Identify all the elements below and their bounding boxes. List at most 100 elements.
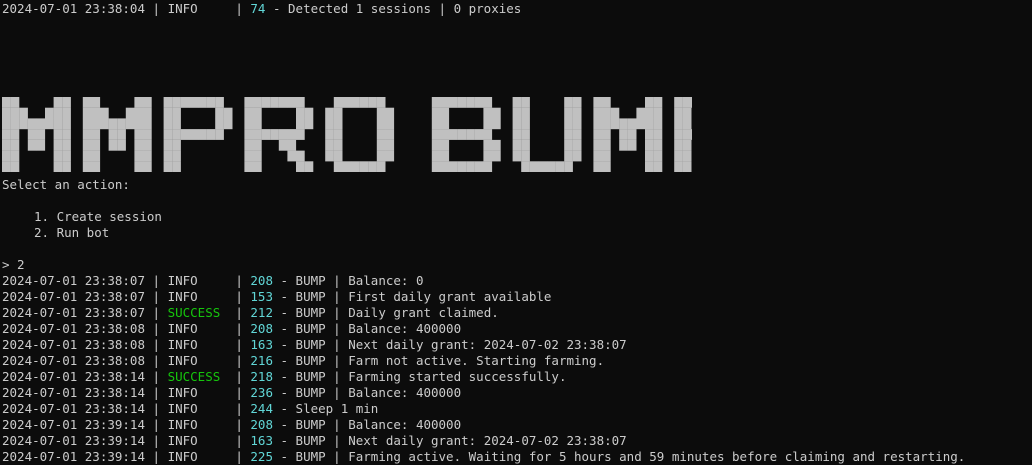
log-level: INFO — [167, 449, 198, 464]
banner-pixel — [53, 129, 63, 140]
banner-pixel — [163, 107, 173, 119]
banner-pixel — [108, 139, 118, 151]
banner-pixel — [572, 107, 582, 119]
banner-pixel — [449, 161, 458, 172]
log-timestamp: 2024-07-01 23:39:14 — [2, 433, 145, 448]
banner-pixel — [691, 97, 692, 108]
input-prompt[interactable]: > 2 — [2, 257, 25, 273]
terminal-window[interactable]: 2024-07-01 23:38:04 | INFO | 74 - Detect… — [0, 0, 1032, 465]
banner-pixel — [431, 150, 441, 162]
log-line-number: 153 — [250, 289, 273, 304]
banner-pixel — [108, 118, 118, 130]
log-line-number: 216 — [250, 353, 273, 368]
log-line-number: 208 — [250, 273, 273, 288]
banner-pixel — [538, 161, 548, 172]
banner-pixel — [449, 97, 458, 108]
banner-pixel — [492, 107, 501, 119]
banner-pixel — [296, 107, 305, 119]
ascii-banner — [2, 65, 692, 172]
banner-pixel — [91, 139, 101, 151]
log-line: 2024-07-01 23:39:14 | INFO | 208 - BUMP … — [2, 417, 462, 432]
banner-pixel — [143, 107, 152, 119]
banner-pixel — [261, 129, 271, 140]
banner-pixel — [172, 129, 181, 140]
banner-pixel — [296, 161, 305, 172]
banner-pixel — [619, 118, 628, 130]
banner-pixel — [368, 161, 377, 172]
banner-pixel — [10, 107, 20, 119]
banner-pixel — [645, 161, 654, 172]
log-level: INFO — [167, 353, 198, 368]
banner-pixel — [244, 150, 254, 162]
banner-pixel — [682, 150, 692, 162]
banner-pixel — [163, 161, 173, 172]
banner-pixel — [440, 107, 450, 119]
banner-pixel — [593, 97, 603, 108]
banner-pixel — [682, 107, 692, 119]
banner-pixel — [555, 161, 565, 172]
log-line-number: 212 — [250, 305, 273, 320]
banner-pixel — [172, 107, 181, 119]
banner-pixel — [53, 150, 63, 162]
banner-pixel — [483, 97, 493, 108]
log-line: 2024-07-01 23:38:07 | INFO | 208 - BUMP … — [2, 273, 424, 288]
log-line: 2024-07-01 23:39:14 | INFO | 225 - BUMP … — [2, 449, 966, 464]
banner-pixel — [474, 161, 484, 172]
banner-pixel — [253, 129, 262, 140]
log-line: 2024-07-01 23:38:07 | INFO | 153 - BUMP … — [2, 289, 552, 304]
banner-pixel — [62, 129, 71, 140]
banner-pixel — [483, 150, 493, 162]
banner-pixel — [163, 129, 173, 140]
log-timestamp: 2024-07-01 23:38:08 — [2, 321, 145, 336]
banner-pixel — [342, 97, 352, 108]
banner-pixel — [270, 97, 279, 108]
banner-pixel — [2, 129, 11, 140]
banner-pixel — [376, 139, 386, 151]
banner-pixel — [125, 118, 135, 130]
banner-pixel — [2, 150, 11, 162]
banner-letter-p — [674, 97, 692, 172]
banner-pixel — [466, 129, 475, 140]
banner-pixel — [653, 97, 663, 108]
banner-pixel — [244, 107, 254, 119]
banner-letter-o — [325, 97, 395, 172]
banner-pixel — [521, 107, 530, 119]
log-line: 2024-07-01 23:39:14 | INFO | 163 - BUMP … — [2, 433, 627, 448]
banner-pixel — [10, 129, 20, 140]
banner-pixel — [674, 97, 683, 108]
menu-option-run-bot: 2. Run bot — [34, 225, 110, 240]
banner-pixel — [261, 97, 271, 108]
banner-pixel — [91, 97, 101, 108]
log-line-number: 163 — [250, 337, 273, 352]
banner-pixel — [10, 139, 20, 151]
log-timestamp: 2024-07-01 23:38:14 — [2, 385, 145, 400]
banner-pixel — [91, 107, 101, 119]
banner-pixel — [682, 161, 692, 172]
banner-pixel — [653, 150, 663, 162]
banner-pixel — [602, 107, 611, 119]
banner-pixel — [492, 139, 501, 151]
log-line: 2024-07-01 23:38:14 | INFO | 236 - BUMP … — [2, 385, 462, 400]
banner-pixel — [564, 150, 573, 162]
banner-pixel — [627, 118, 637, 130]
banner-pixel — [619, 129, 628, 140]
banner-pixel — [636, 107, 646, 119]
banner-pixel — [244, 161, 254, 172]
banner-pixel — [296, 150, 305, 162]
banner-pixel — [198, 97, 207, 108]
banner-pixel — [82, 97, 92, 108]
banner-pixel — [143, 150, 152, 162]
banner-pixel — [82, 107, 92, 119]
banner-pixel — [253, 107, 262, 119]
banner-pixel — [215, 118, 224, 130]
banner-pixel — [483, 107, 493, 119]
banner-pixel — [117, 129, 126, 140]
banner-pixel — [602, 129, 611, 140]
banner-pixel — [593, 107, 603, 119]
banner-pixel — [645, 118, 654, 130]
log-message: BUMP | Balance: 400000 — [295, 385, 462, 400]
banner-pixel — [351, 97, 360, 108]
banner-pixel — [223, 118, 233, 130]
banner-pixel — [45, 118, 54, 130]
banner-pixel — [653, 118, 663, 130]
